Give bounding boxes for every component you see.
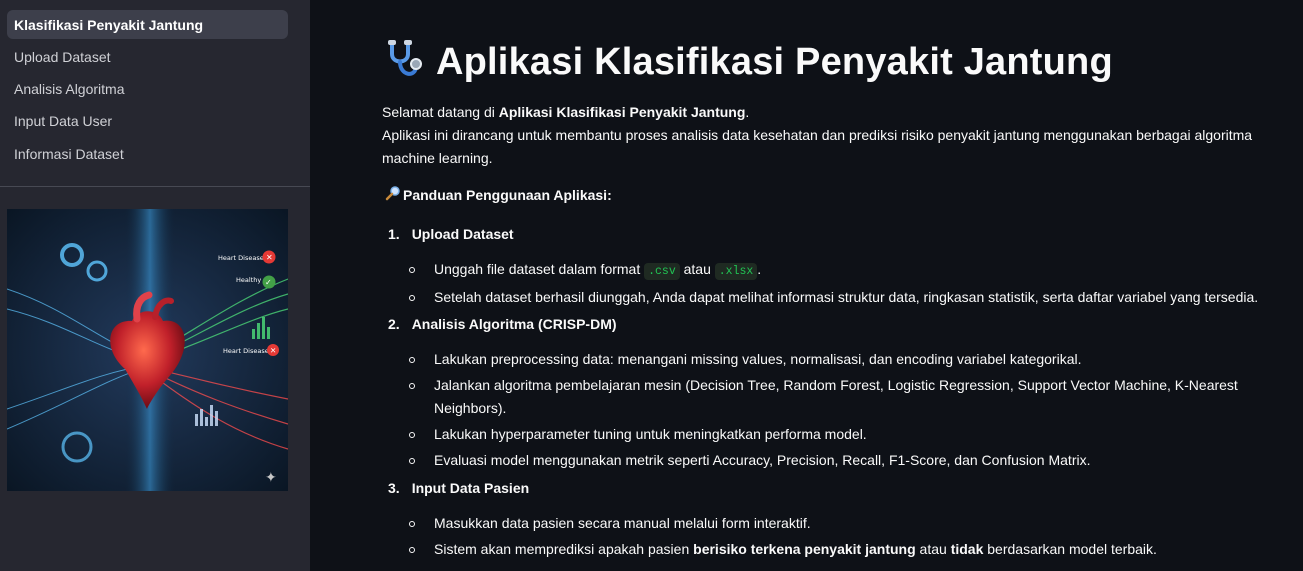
guide-title: Panduan Penggunaan Aplikasi: <box>403 186 612 203</box>
item-bold: tidak <box>950 541 984 557</box>
item-text: atau <box>915 541 951 557</box>
list-item: Masukkan data pasien secara manual melal… <box>382 512 1262 535</box>
sidebar-item-label: Upload Dataset <box>14 48 111 65</box>
svg-text:✕: ✕ <box>266 253 273 262</box>
step-1: 1. Upload Dataset Unggah file dataset dal… <box>382 222 1262 312</box>
svg-text:✕: ✕ <box>270 346 276 355</box>
intro-text: Selamat datang di Aplikasi Klasifikasi P… <box>382 101 1262 170</box>
sidebar-item-klasifikasi[interactable]: Klasifikasi Penyakit Jantung <box>7 10 288 39</box>
list-item: Evaluasi model menggunakan metrik sepert… <box>382 449 1262 472</box>
intro-line-1: Selamat datang di Aplikasi Klasifikasi P… <box>382 101 1262 124</box>
sidebar-item-label: Input Data User <box>14 113 113 130</box>
item-text: Unggah file dataset dalam format <box>434 261 645 277</box>
step-title: Upload Dataset <box>411 225 514 242</box>
label-heart-disease-bottom: Heart Disease <box>223 347 269 355</box>
intro-app-name: Aplikasi Klasifikasi Penyakit Jantung <box>498 104 746 120</box>
step-3: 3. Input Data Pasien Masukkan data pasien… <box>382 476 1262 564</box>
sidebar-nav: Klasifikasi Penyakit Jantung Upload Data… <box>7 10 288 171</box>
code-xlsx: .xlsx <box>714 263 758 280</box>
svg-text:✓: ✓ <box>265 278 272 287</box>
page-header: Aplikasi Klasifikasi Penyakit Jantung <box>382 38 1113 87</box>
code-csv: .csv <box>644 263 680 280</box>
stethoscope-icon <box>382 38 426 87</box>
sidebar-item-label: Informasi Dataset <box>14 145 124 162</box>
item-text: Sistem akan memprediksi apakah pasien <box>434 541 694 557</box>
step-title: Input Data Pasien <box>411 479 530 496</box>
sidebar-item-informasi-dataset[interactable]: Informasi Dataset <box>7 139 288 168</box>
step-number: 2. <box>388 315 400 332</box>
list-item: Lakukan hyperparameter tuning untuk meni… <box>382 423 1262 446</box>
item-text: berdasarkan model terbaik. <box>983 541 1157 557</box>
label-healthy: Healthy <box>236 276 261 284</box>
sidebar-item-label: Analisis Algoritma <box>14 81 125 98</box>
guide-heading: Panduan Penggunaan Aplikasi: <box>385 185 612 204</box>
list-item: Sistem akan memprediksi apakah pasien be… <box>382 538 1262 561</box>
intro-suffix: . <box>745 104 750 120</box>
label-heart-disease-top: Heart Disease <box>218 254 264 262</box>
list-item: Setelah dataset berhasil diunggah, Anda … <box>382 286 1262 309</box>
list-item: Lakukan preprocessing data: menangani mi… <box>382 348 1262 371</box>
step-2: 2. Analisis Algoritma (CRISP-DM) Lakukan … <box>382 312 1262 475</box>
step-number: 1. <box>388 225 400 242</box>
sidebar-item-input-data-user[interactable]: Input Data User <box>7 107 288 136</box>
heart-illustration: Heart Disease ✕ Healthy ✓ Heart Disease … <box>7 209 288 491</box>
intro-prefix: Selamat datang di <box>382 104 499 120</box>
svg-text:✦: ✦ <box>265 470 277 486</box>
item-text: atau <box>679 261 715 277</box>
magnifier-icon <box>385 185 403 204</box>
sidebar-item-label: Klasifikasi Penyakit Jantung <box>14 16 204 33</box>
sidebar-item-analisis-algoritma[interactable]: Analisis Algoritma <box>7 75 288 104</box>
list-item: Unggah file dataset dalam format .csv at… <box>382 258 1262 283</box>
item-bold: berisiko terkena penyakit jantung <box>693 541 916 557</box>
sidebar-divider <box>0 186 310 187</box>
sidebar-item-upload-dataset[interactable]: Upload Dataset <box>7 42 288 71</box>
step-number: 3. <box>388 479 400 496</box>
list-item: Jalankan algoritma pembelajaran mesin (D… <box>382 374 1262 420</box>
step-title: Analisis Algoritma (CRISP-DM) <box>411 315 617 332</box>
page-title: Aplikasi Klasifikasi Penyakit Jantung <box>436 41 1113 83</box>
intro-line-2: Aplikasi ini dirancang untuk membantu pr… <box>382 127 1253 166</box>
sidebar: Klasifikasi Penyakit Jantung Upload Data… <box>0 0 310 571</box>
item-text: . <box>757 261 762 277</box>
